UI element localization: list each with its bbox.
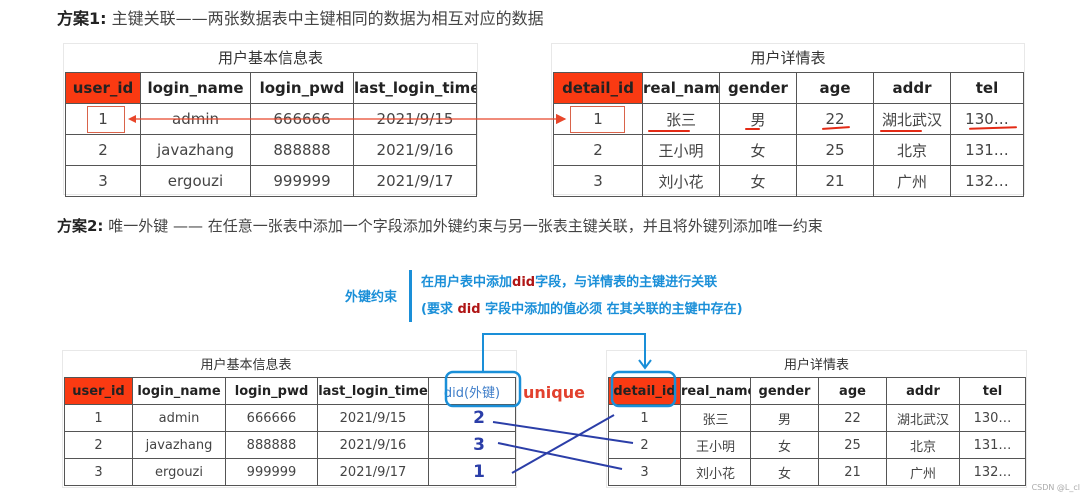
did-highlight-box [444, 370, 522, 408]
mapping-line-2 [492, 421, 634, 444]
relation-overlay [128, 113, 677, 474]
detail-id-highlight-box [610, 370, 677, 408]
relation-arrowhead-left [128, 115, 136, 123]
fk-link-arrow [482, 333, 646, 372]
mapping-line-3 [497, 442, 623, 470]
watermark: CSDN @L_cl [1031, 483, 1080, 492]
